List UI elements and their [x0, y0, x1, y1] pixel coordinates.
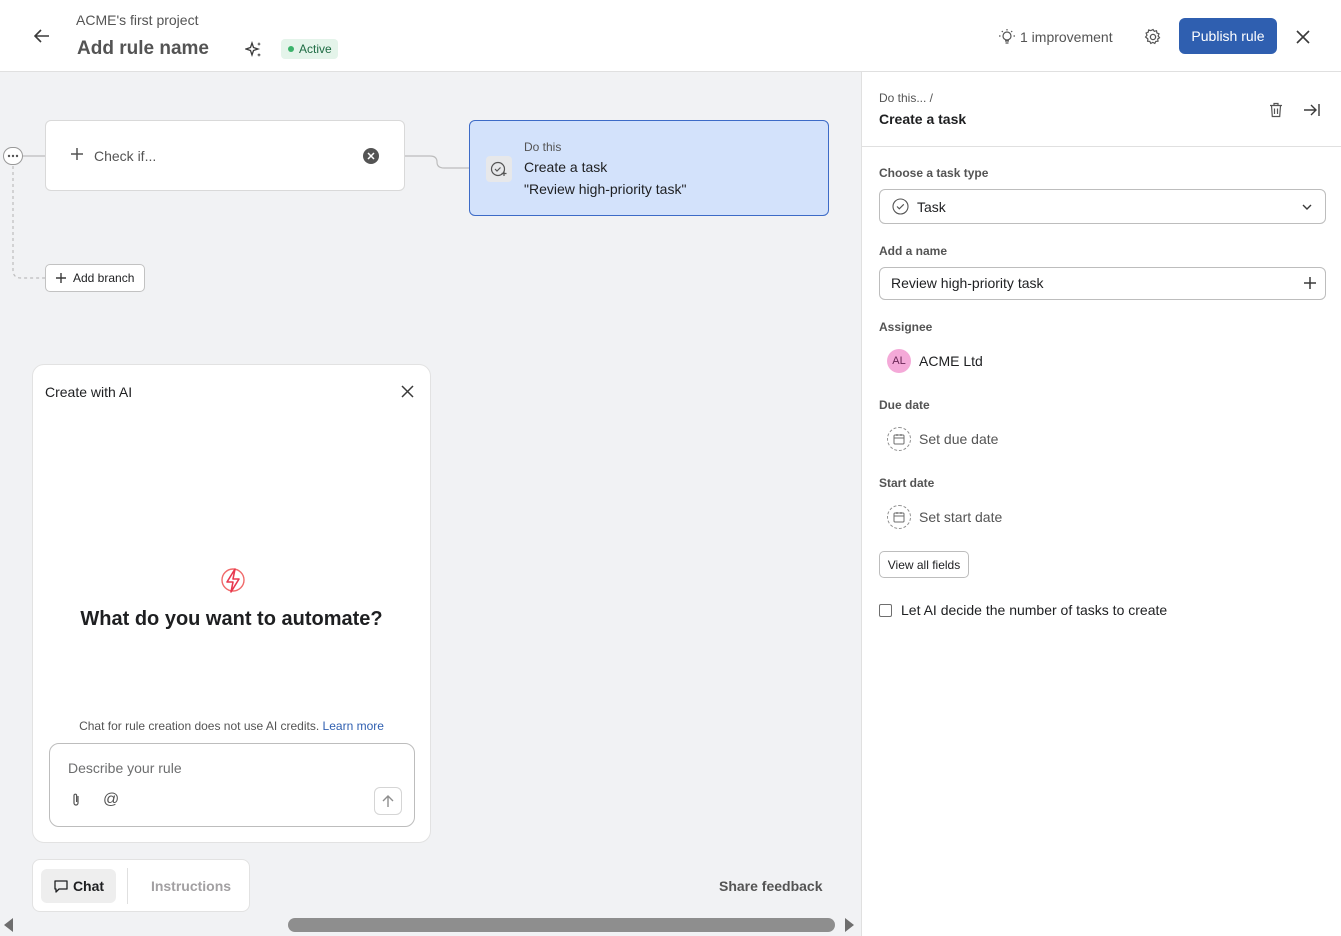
task-name-value: Review high-priority task: [891, 275, 1044, 291]
collapse-right-icon: [1304, 104, 1320, 116]
tab-instructions[interactable]: Instructions: [137, 869, 245, 903]
more-options-button[interactable]: [3, 147, 23, 165]
scroll-thumb[interactable]: [288, 918, 835, 932]
sparkle-icon: [245, 41, 261, 58]
ai-prompt-heading: What do you want to automate?: [80, 608, 383, 630]
plus-icon: [71, 148, 83, 160]
tab-divider: [127, 868, 128, 904]
assignee-name[interactable]: ACME Ltd: [919, 353, 983, 369]
collapse-panel-button[interactable]: [1300, 98, 1324, 122]
set-start-date[interactable]: Set start date: [919, 509, 1002, 525]
panel-tab-bar: Chat Instructions: [32, 859, 250, 912]
do-this-label: Do this: [524, 140, 562, 154]
set-due-date[interactable]: Set due date: [919, 431, 998, 447]
create-with-ai-panel: Create with AI What do you want to autom…: [32, 364, 431, 843]
mention-icon[interactable]: @: [103, 791, 119, 809]
scroll-left-arrow[interactable]: [4, 918, 13, 932]
name-label: Add a name: [879, 244, 948, 258]
share-feedback-link[interactable]: Share feedback: [719, 878, 823, 894]
task-type-label: Choose a task type: [879, 166, 989, 180]
ai-sparkle-button[interactable]: [242, 38, 266, 62]
tab-chat[interactable]: Chat: [41, 869, 116, 903]
arrow-up-icon: [382, 795, 394, 807]
publish-rule-button[interactable]: Publish rule: [1179, 18, 1277, 54]
chevron-down-icon: [1302, 204, 1312, 210]
action-title: Create a task: [524, 159, 608, 175]
ai-credits-note: Chat for rule creation does not use AI c…: [33, 719, 430, 733]
close-button[interactable]: [1290, 24, 1316, 50]
rule-name-input[interactable]: Add rule name: [77, 38, 209, 60]
action-details-panel: Do this... / Create a task Choose a task…: [861, 72, 1341, 936]
breadcrumb[interactable]: Do this... /: [879, 91, 933, 105]
view-all-fields-button[interactable]: View all fields: [879, 551, 969, 578]
delete-action-button[interactable]: [1264, 98, 1288, 122]
due-date-label: Due date: [879, 398, 930, 412]
add-branch-label: Add branch: [73, 271, 135, 285]
task-type-select[interactable]: Task: [879, 189, 1326, 224]
improvement-label: 1 improvement: [1020, 29, 1113, 45]
action-subtitle: "Review high-priority task": [524, 181, 687, 197]
ellipsis-icon: [7, 154, 19, 158]
task-name-field[interactable]: Review high-priority task: [879, 267, 1326, 300]
rule-editor-header: ACME's first project Add rule name Activ…: [0, 0, 1341, 72]
do-this-card[interactable]: Do this Create a task "Review high-prior…: [469, 120, 829, 216]
ai-credits-text: Chat for rule creation does not use AI c…: [79, 719, 320, 733]
ai-decide-checkbox-row[interactable]: Let AI decide the number of tasks to cre…: [879, 602, 1167, 618]
plus-icon: [56, 273, 66, 283]
ai-decide-checkbox[interactable]: [879, 603, 892, 617]
lightning-bolt-icon: [221, 568, 245, 593]
lightbulb-icon: [999, 29, 1015, 44]
calendar-icon[interactable]: [887, 505, 911, 529]
check-circle-icon: [892, 198, 909, 215]
check-if-card[interactable]: Check if...: [45, 120, 405, 191]
send-button[interactable]: [374, 787, 402, 815]
horizontal-scrollbar[interactable]: [0, 914, 861, 936]
ai-panel-close-button[interactable]: [397, 381, 417, 401]
close-icon: [1296, 30, 1310, 44]
panel-divider: [862, 146, 1341, 147]
describe-rule-placeholder: Describe your rule: [68, 760, 182, 776]
rule-canvas[interactable]: Check if... Do this Create a task "Revie…: [0, 72, 861, 936]
add-branch-button[interactable]: Add branch: [45, 264, 145, 292]
paperclip-icon[interactable]: [68, 792, 84, 808]
project-name[interactable]: ACME's first project: [76, 12, 198, 28]
ai-decide-label: Let AI decide the number of tasks to cre…: [901, 602, 1168, 618]
plus-icon[interactable]: [1303, 276, 1317, 290]
learn-more-link[interactable]: Learn more: [323, 719, 384, 733]
chat-bubble-icon: [54, 879, 68, 893]
task-type-value: Task: [917, 198, 946, 215]
improvement-button[interactable]: 1 improvement: [998, 27, 1113, 47]
calendar-icon[interactable]: [887, 427, 911, 451]
panel-title: Create a task: [879, 111, 967, 127]
check-if-label: Check if...: [94, 148, 157, 164]
clear-icon[interactable]: [362, 147, 380, 165]
scroll-right-arrow[interactable]: [845, 918, 854, 932]
task-add-icon: [486, 156, 512, 182]
ai-panel-title: Create with AI: [45, 384, 133, 400]
describe-rule-input[interactable]: Describe your rule @: [49, 743, 415, 827]
tab-chat-label: Chat: [72, 878, 105, 894]
assignee-label: Assignee: [879, 320, 933, 334]
avatar[interactable]: AL: [887, 349, 911, 373]
back-button[interactable]: [28, 22, 56, 50]
arrow-left-icon: [34, 29, 49, 43]
trash-icon: [1270, 102, 1282, 118]
status-badge: Active: [281, 39, 338, 59]
settings-button[interactable]: [1140, 24, 1166, 50]
gear-icon: [1144, 28, 1161, 45]
close-icon: [400, 384, 414, 398]
start-date-label: Start date: [879, 476, 935, 490]
